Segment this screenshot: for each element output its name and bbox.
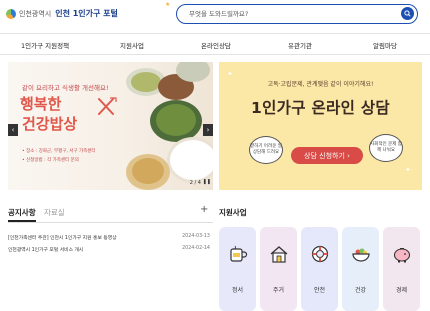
pause-icon[interactable]: ❚❚ <box>203 179 211 185</box>
service-card-economy[interactable]: 경제 <box>383 227 420 311</box>
services-heading: 지원사업 <box>219 208 247 217</box>
online-consult-banner[interactable]: 고독·고립문제, 관계맺음 같이 이야기해요! 1인가구 온라인 상담 말하기 … <box>219 62 422 190</box>
more-notices-button[interactable]: + <box>200 204 208 215</box>
star-icon: ★ <box>165 1 171 8</box>
notice-item[interactable]: 인천광역시 1인가구 포털 서비스 개시 2024-02-14 <box>8 246 213 255</box>
notice-item[interactable]: [인천가족센터 주관] 인천시 1인가구 지원 홍보 동영상 2024-03-1… <box>8 234 213 243</box>
banner-info-place: • 장소 : 강화군, 부평구, 서구 가족센터 <box>22 149 96 154</box>
service-label: 건강 <box>354 287 367 294</box>
banner-counter: 2 / 4 <box>189 180 201 186</box>
salad-greens <box>156 104 196 136</box>
coffee-cup-icon <box>229 245 247 262</box>
site-logo[interactable]: 인천광역시 인천 1인가구 포털 <box>6 8 118 19</box>
logo-text: 인천광역시 <box>19 9 52 18</box>
service-label: 주거 <box>272 287 285 294</box>
cutlery-icon <box>98 97 117 115</box>
banner-info-apply: • 신청방법 : 각 가족센터 문의 <box>22 158 79 163</box>
speech-bubble-left: 말하기 어려운 일 상담해 드려요 <box>249 136 283 164</box>
soup-inner <box>132 158 164 184</box>
notice-title[interactable]: [인천가족센터 주관] 인천시 1인가구 지원 홍보 동영상 <box>8 234 117 241</box>
healthy-food-bowl-icon <box>351 248 370 262</box>
sparkle-icon: ✦ <box>405 166 411 174</box>
service-label: 안전 <box>313 287 326 294</box>
tab-archive[interactable]: 자료실 <box>44 207 65 218</box>
site-header: 인천광역시 인천 1인가구 포털 ★ <box>0 0 430 32</box>
side-dish-plate <box>176 62 210 82</box>
healthy-meal-banner[interactable]: 같이 요리하고 식생활 개선해요! 행복한 건강밥상 • 장소 : 강화군, 부… <box>8 62 213 190</box>
main-nav: 1인가구 지원정책 지원사업 온라인상담 유관기관 알림마당 <box>0 33 430 55</box>
banner-next-button[interactable]: › <box>203 124 213 136</box>
safety-ring-icon <box>311 245 328 263</box>
rice-bowl <box>170 140 213 180</box>
sparkle-icon: ✦ <box>227 70 233 78</box>
banner-title-line1: 행복한 <box>20 95 62 113</box>
piggy-bank-icon <box>393 248 410 263</box>
service-card-housing[interactable]: 주거 <box>260 227 297 311</box>
search-input[interactable] <box>189 8 389 20</box>
nav-item-notices[interactable]: 알림마당 <box>373 40 397 50</box>
house-icon <box>270 246 287 263</box>
consult-subtitle: 고독·고립문제, 관계맺음 같이 이야기해요! <box>267 81 374 88</box>
consult-apply-button[interactable]: 상담 신청하기 › <box>291 147 363 164</box>
notice-divider <box>8 222 213 223</box>
nav-item-support[interactable]: 지원사업 <box>120 40 144 50</box>
service-card-health[interactable]: 건강 <box>342 227 379 311</box>
search-button[interactable] <box>401 7 414 20</box>
service-card-safety[interactable]: 안전 <box>301 227 338 311</box>
speech-bubble-right: 사회적인 문제 함께 나눠요 <box>369 134 403 162</box>
consult-title: 1인가구 온라인 상담 <box>251 99 390 117</box>
service-card-emotional[interactable]: 정서 <box>219 227 256 311</box>
notice-tabs: 공지사항 자료실 <box>8 207 213 222</box>
notice-date: 2024-02-14 <box>182 246 210 251</box>
search-box <box>176 4 418 24</box>
service-label: 경제 <box>395 287 408 294</box>
tab-notice[interactable]: 공지사항 <box>8 207 36 218</box>
notice-date: 2024-03-13 <box>182 234 210 239</box>
page: 인천광역시 인천 1인가구 포털 ★ 1인가구 지원정책 지원사업 온라인상담 … <box>0 0 430 311</box>
nav-item-online-consult[interactable]: 온라인상담 <box>201 40 231 50</box>
nav-item-related-orgs[interactable]: 유관기관 <box>288 40 312 50</box>
banner-prev-button[interactable]: ‹ <box>8 124 18 136</box>
banner-title-line2: 건강밥상 <box>22 115 78 133</box>
incheon-logo-icon <box>6 8 16 19</box>
side-dish-greens <box>131 72 161 92</box>
search-icon <box>404 10 411 17</box>
nav-item-policy[interactable]: 1인가구 지원정책 <box>21 40 69 50</box>
service-label: 정서 <box>231 287 244 294</box>
notice-title[interactable]: 인천광역시 1인가구 포털 서비스 개시 <box>8 246 83 253</box>
portal-title: 인천 1인가구 포털 <box>55 9 118 18</box>
banner-small-text: 같이 요리하고 식생활 개선해요! <box>22 84 109 92</box>
